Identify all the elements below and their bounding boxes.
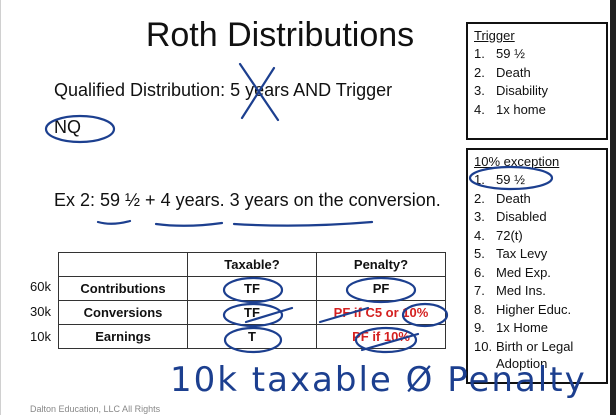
trigger-box: Trigger 1. 59 ½ 2. Death 3. Disability 4. 1x…	[466, 22, 608, 140]
trigger-item: 1. 59 ½	[474, 46, 525, 61]
taxable-cell: TF	[187, 276, 317, 301]
exception-item: 7. Med Ins.	[474, 283, 546, 298]
exception-item: 3. Disabled	[474, 209, 547, 224]
trigger-item: 2. Death	[474, 64, 531, 80]
table-row: Conversions TF PF if C5 or 10%	[58, 300, 446, 325]
taxable-cell: TF	[187, 300, 317, 325]
slide-title: Roth Distributions	[145, 16, 415, 54]
row-label: Conversions	[58, 300, 188, 325]
trigger-item: 3. Disability	[474, 83, 549, 98]
penalty-cell: PF if C5 or 10%	[316, 300, 446, 325]
exception-item: 4. 72(t)	[474, 227, 523, 243]
handwritten-note: 10k taxable Ø Penalty	[170, 360, 587, 400]
row-amount: 30k	[30, 304, 51, 319]
example-2-text: Ex 2: 59 ½ + 4 years. 3 years on the con…	[54, 190, 441, 210]
trigger-item: 4. 1x home	[474, 101, 546, 117]
table-row: Earnings T PF if 10%	[58, 324, 446, 349]
row-amount: 10k	[30, 329, 51, 344]
exception-box: 10% exception 1. 59 ½ 2. Death 3. Disabled …	[466, 148, 608, 384]
penalty-cell: PF	[316, 276, 446, 301]
table-row: Contributions TF PF	[58, 276, 446, 301]
exception-item: 6. Med Exp.	[474, 264, 551, 280]
exception-title: 10% exception	[474, 154, 560, 169]
row-label: Contributions	[58, 276, 188, 301]
exception-item: 1. 59 ½	[474, 172, 525, 187]
qualified-distribution-text: Qualified Distribution: 5 years AND Trig…	[54, 80, 393, 100]
row-label: Earnings	[58, 324, 188, 349]
distribution-table: Taxable? Penalty? Contributions TF PF Co…	[58, 252, 446, 349]
footer-text: Dalton Education, LLC All Rights	[30, 404, 161, 414]
table-header-cell	[58, 252, 188, 277]
penalty-cell: PF if 10%	[316, 324, 446, 349]
exception-item: 5. Tax Levy	[474, 246, 548, 261]
taxable-cell: T	[187, 324, 317, 349]
trigger-title: Trigger	[474, 28, 515, 43]
table-header-cell: Taxable?	[187, 252, 317, 277]
table-header-cell: Penalty?	[316, 252, 446, 277]
exception-item: 9. 1x Home	[474, 320, 549, 335]
exception-item: 8. Higher Educ.	[474, 301, 572, 317]
nq-label: NQ	[54, 117, 81, 137]
row-amount: 60k	[30, 279, 51, 294]
exception-item: 2. Death	[474, 190, 531, 206]
table-header-row: Taxable? Penalty?	[58, 252, 446, 277]
